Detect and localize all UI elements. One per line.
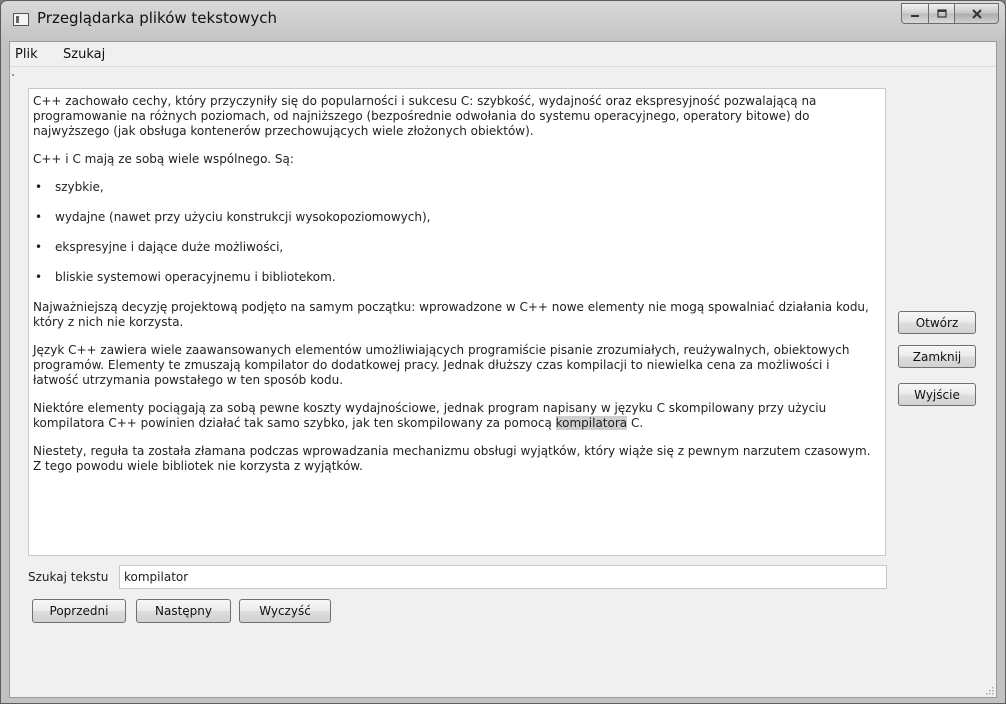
list-item-text: bliskie systemowi operacyjnemu i bibliot…	[55, 270, 336, 284]
minimize-button[interactable]	[901, 3, 928, 24]
close-file-button[interactable]: Zamknij	[898, 345, 976, 368]
paragraph: Niektóre elementy pociągają za sobą pewn…	[33, 401, 875, 431]
close-icon	[971, 8, 982, 19]
maximize-icon	[936, 9, 947, 18]
app-window-icon[interactable]	[13, 13, 29, 26]
size-grip-icon[interactable]	[984, 685, 994, 695]
paragraph-text: Niektóre elementy pociągają za sobą pewn…	[33, 401, 827, 430]
menu-plik[interactable]: Plik	[15, 47, 38, 62]
open-button[interactable]: Otwórz	[898, 311, 976, 334]
title-bar[interactable]: Przeglądarka plików tekstowych	[1, 1, 1005, 41]
list-item: • wydajne (nawet przy użyciu konstrukcji …	[33, 210, 875, 225]
list-item-text: wydajne (nawet przy użyciu konstrukcji w…	[55, 210, 431, 224]
client-area: Plik Szukaj C++ zachowało cechy, który p…	[9, 41, 997, 698]
toolbar-grip[interactable]	[12, 74, 14, 76]
paragraph: Język C++ zawiera wiele zaawansowanych e…	[33, 343, 850, 387]
bullet-icon: •	[35, 270, 43, 284]
menu-bar: Plik Szukaj	[10, 42, 996, 67]
maximize-button[interactable]	[928, 3, 954, 24]
paragraph: Niestety, reguła ta została złamana podc…	[33, 444, 871, 473]
bullet-icon: •	[35, 180, 43, 194]
bullet-list: • szybkie, • wydajne (nawet przy użyciu ko…	[33, 180, 875, 285]
list-item-text: ekspresyjne i dające duże możliwości,	[55, 240, 284, 254]
paragraph: C++ zachowało cechy, który przyczyniły s…	[33, 94, 817, 138]
paragraph: Najważniejszą decyzję projektową podjęto…	[33, 300, 869, 329]
bullet-icon: •	[35, 210, 43, 224]
window-title: Przeglądarka plików tekstowych	[37, 9, 277, 27]
list-item: • ekspresyjne i dające duże możliwości,	[33, 240, 875, 255]
caption-buttons	[901, 3, 999, 24]
minimize-icon	[911, 14, 919, 17]
paragraph: C++ i C mają ze sobą wiele wspólnego. Są…	[33, 152, 294, 166]
clear-button[interactable]: Wyczyść	[239, 599, 331, 623]
paragraph-text: C.	[627, 416, 644, 430]
list-item: • szybkie,	[33, 180, 875, 195]
search-label: Szukaj tekstu	[28, 570, 109, 584]
search-input[interactable]	[119, 565, 887, 589]
list-item: • bliskie systemowi operacyjnemu i biblio…	[33, 270, 875, 285]
previous-button[interactable]: Poprzedni	[32, 599, 126, 623]
text-viewer[interactable]: C++ zachowało cechy, który przyczyniły s…	[28, 88, 886, 556]
search-highlight: kompilatora	[555, 416, 628, 430]
next-button[interactable]: Następny	[136, 599, 231, 623]
list-item-text: szybkie,	[55, 180, 104, 194]
exit-button[interactable]: Wyjście	[898, 383, 976, 406]
bullet-icon: •	[35, 240, 43, 254]
main-window: Przeglądarka plików tekstowych Plik Szuk…	[0, 0, 1006, 704]
close-button[interactable]	[954, 3, 999, 24]
menu-szukaj[interactable]: Szukaj	[63, 47, 105, 62]
